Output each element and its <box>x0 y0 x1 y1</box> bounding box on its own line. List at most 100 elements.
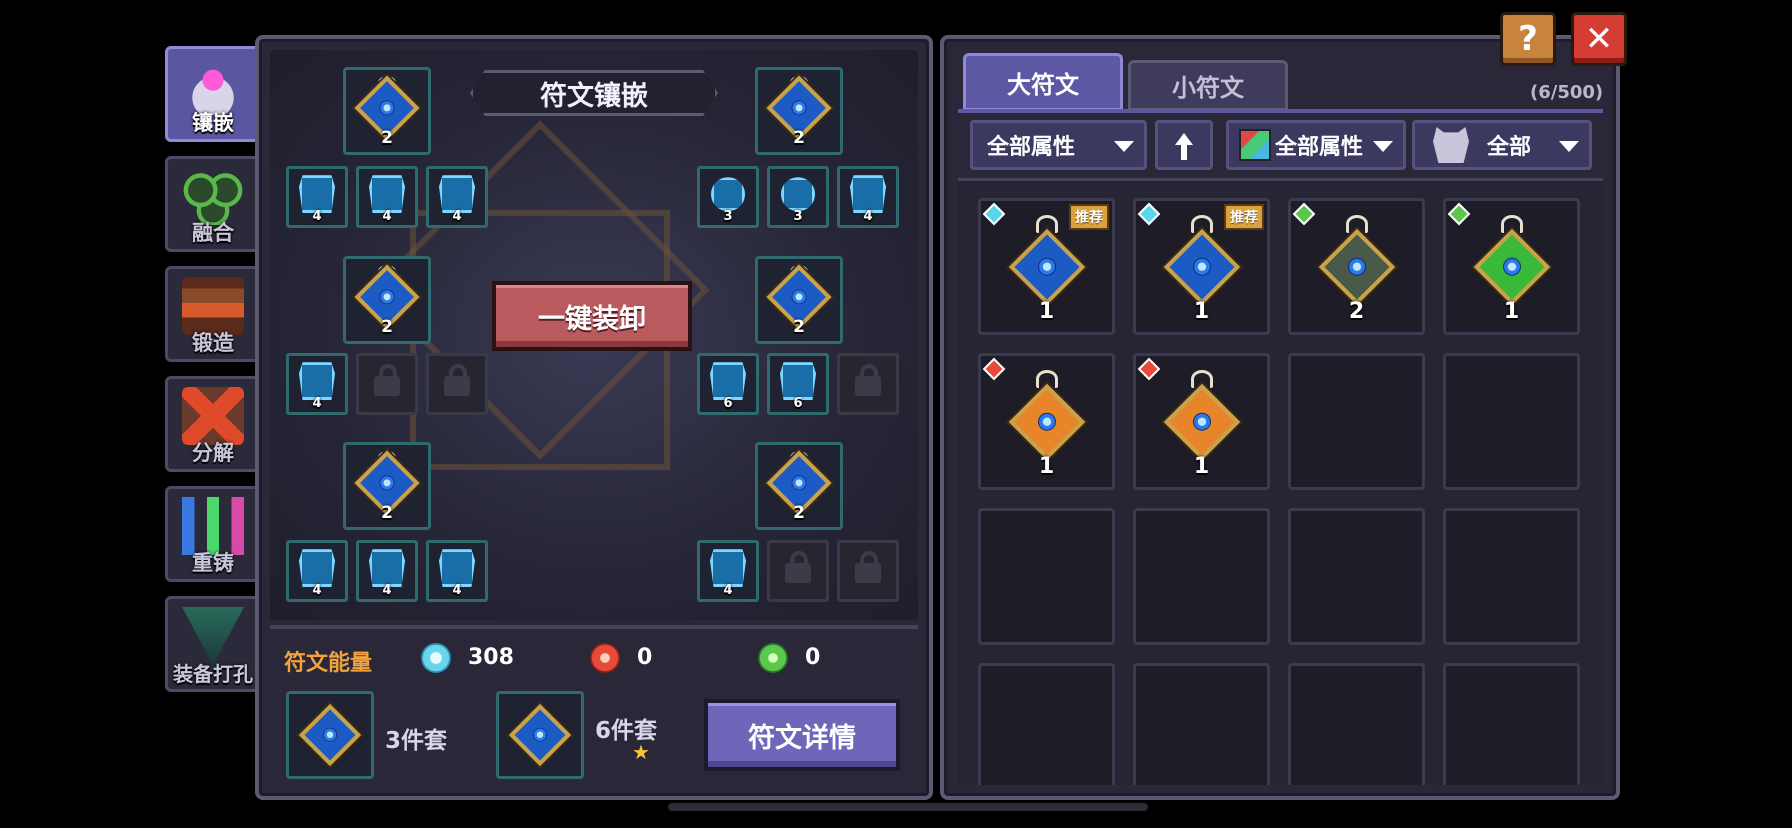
small-rune-slot[interactable]: 4 <box>697 540 759 602</box>
tab-big-runes[interactable]: 大符文 <box>963 53 1123 111</box>
sidebar-item-socket-punch[interactable]: 装备打孔 <box>165 596 261 692</box>
color-attribute-filter-dropdown[interactable]: 全部属性 <box>1226 120 1406 170</box>
small-rune-slot[interactable]: 6 <box>697 353 759 415</box>
nature-element-icon <box>1292 202 1316 226</box>
unequip-all-button[interactable]: 一键装卸 <box>492 281 692 351</box>
small-rune-icon <box>369 175 405 214</box>
locked-rune-slot <box>426 353 488 415</box>
set-bonus-slot[interactable] <box>286 691 374 779</box>
set-bonus-label: 3件套 <box>385 728 448 754</box>
monster-filter-label: 全部 <box>1487 135 1532 160</box>
fire-element-icon <box>1137 357 1161 381</box>
big-rune-slot[interactable]: 2 <box>343 256 431 344</box>
red-energy-value: 0 <box>637 645 653 670</box>
empty-inventory-slot <box>1443 353 1580 490</box>
rune-icon <box>1163 228 1240 305</box>
fire-element-icon <box>982 357 1006 381</box>
recommended-badge: 推荐 <box>1224 204 1264 230</box>
close-button[interactable]: ✕ <box>1571 12 1627 66</box>
big-rune-slot[interactable]: 2 <box>343 442 431 530</box>
green-energy-icon <box>758 643 788 673</box>
nature-element-icon <box>1447 202 1471 226</box>
small-rune-slot[interactable]: 3 <box>697 166 759 228</box>
small-rune-slot[interactable]: 4 <box>426 540 488 602</box>
rune-icon <box>1008 383 1085 460</box>
sidebar-item-dismantle[interactable]: 分解 <box>165 376 261 472</box>
scrollbar[interactable] <box>668 803 1148 811</box>
tab-small-runes[interactable]: 小符文 <box>1128 60 1288 111</box>
rune-icon <box>1008 228 1085 305</box>
recommended-badge: 推荐 <box>1069 204 1109 230</box>
divider <box>958 109 1603 113</box>
lock-icon <box>444 364 470 396</box>
small-rune-icon <box>299 549 335 588</box>
empty-inventory-slot <box>1288 663 1425 785</box>
inventory-rune-item[interactable]: 2 <box>1288 198 1425 335</box>
rune-icon <box>1163 383 1240 460</box>
big-rune-slot[interactable]: 2 <box>755 256 843 344</box>
big-rune-slot[interactable]: 2 <box>343 67 431 155</box>
lock-icon <box>855 551 881 583</box>
small-rune-slot[interactable]: 4 <box>356 540 418 602</box>
inventory-rune-item[interactable]: 1 <box>978 353 1115 490</box>
sort-button[interactable] <box>1155 120 1213 170</box>
small-rune-slot[interactable]: 4 <box>356 166 418 228</box>
small-rune-slot[interactable]: 3 <box>767 166 829 228</box>
close-icon: ✕ <box>1584 19 1614 59</box>
small-rune-icon <box>710 549 746 588</box>
locked-rune-slot <box>837 353 899 415</box>
small-rune-icon <box>299 362 335 401</box>
water-element-icon <box>1137 202 1161 226</box>
sidebar-item-fusion[interactable]: 融合 <box>165 156 261 252</box>
inventory-rune-item[interactable]: 推荐 1 <box>1133 198 1270 335</box>
sidebar-item-label: 镶嵌 <box>192 111 234 135</box>
rune-details-button[interactable]: 符文详情 <box>704 699 900 771</box>
locked-rune-slot <box>767 540 829 602</box>
small-rune-slot[interactable]: 4 <box>286 353 348 415</box>
attribute-filter-dropdown[interactable]: 全部属性 <box>970 120 1147 170</box>
help-button[interactable]: ? <box>1500 12 1556 66</box>
sidebar-item-label: 分解 <box>192 441 234 465</box>
small-rune-slot[interactable]: 4 <box>286 540 348 602</box>
chevron-down-icon <box>1114 141 1134 152</box>
locked-rune-slot <box>837 540 899 602</box>
small-rune-icon <box>780 362 816 401</box>
sidebar-item-label: 装备打孔 <box>173 662 253 686</box>
monster-filter-dropdown[interactable]: 全部 <box>1412 120 1592 170</box>
water-element-icon <box>982 202 1006 226</box>
inventory-count: (6/500) <box>1530 82 1604 103</box>
set-bonus-slot[interactable] <box>496 691 584 779</box>
star-icon: ★ <box>632 740 650 764</box>
chevron-down-icon <box>1559 141 1579 152</box>
empty-inventory-slot <box>1443 508 1580 645</box>
locked-rune-slot <box>356 353 418 415</box>
sidebar-item-recast[interactable]: 重铸 <box>165 486 261 582</box>
rune-icon <box>508 703 572 767</box>
inventory-rune-item[interactable]: 1 <box>1443 198 1580 335</box>
small-rune-icon <box>711 177 745 212</box>
blue-energy-value: 308 <box>468 645 514 670</box>
big-rune-slot[interactable]: 2 <box>755 67 843 155</box>
sidebar-item-forge[interactable]: 锻造 <box>165 266 261 362</box>
color-attribute-filter-label: 全部属性 <box>1275 135 1364 160</box>
small-rune-slot[interactable]: 6 <box>767 353 829 415</box>
small-rune-slot[interactable]: 4 <box>837 166 899 228</box>
rune-inventory-grid: 推荐 1 推荐 1 2 1 1 1 <box>958 178 1603 785</box>
lock-icon <box>855 364 881 396</box>
rune-icon <box>298 703 362 767</box>
color-swatch-icon <box>1239 129 1271 161</box>
empty-inventory-slot <box>978 508 1115 645</box>
big-rune-slot[interactable]: 2 <box>755 442 843 530</box>
green-energy-value: 0 <box>805 645 821 670</box>
sidebar-item-label: 融合 <box>192 221 234 245</box>
sidebar-item-inlay[interactable]: 镶嵌 <box>165 46 261 142</box>
inventory-rune-item[interactable]: 1 <box>1133 353 1270 490</box>
blue-energy-icon <box>421 643 451 673</box>
rune-icon <box>1318 228 1395 305</box>
small-rune-slot[interactable]: 4 <box>286 166 348 228</box>
inventory-rune-item[interactable]: 推荐 1 <box>978 198 1115 335</box>
small-rune-icon <box>439 175 475 214</box>
small-rune-icon <box>439 549 475 588</box>
small-rune-slot[interactable]: 4 <box>426 166 488 228</box>
empty-inventory-slot <box>978 663 1115 785</box>
